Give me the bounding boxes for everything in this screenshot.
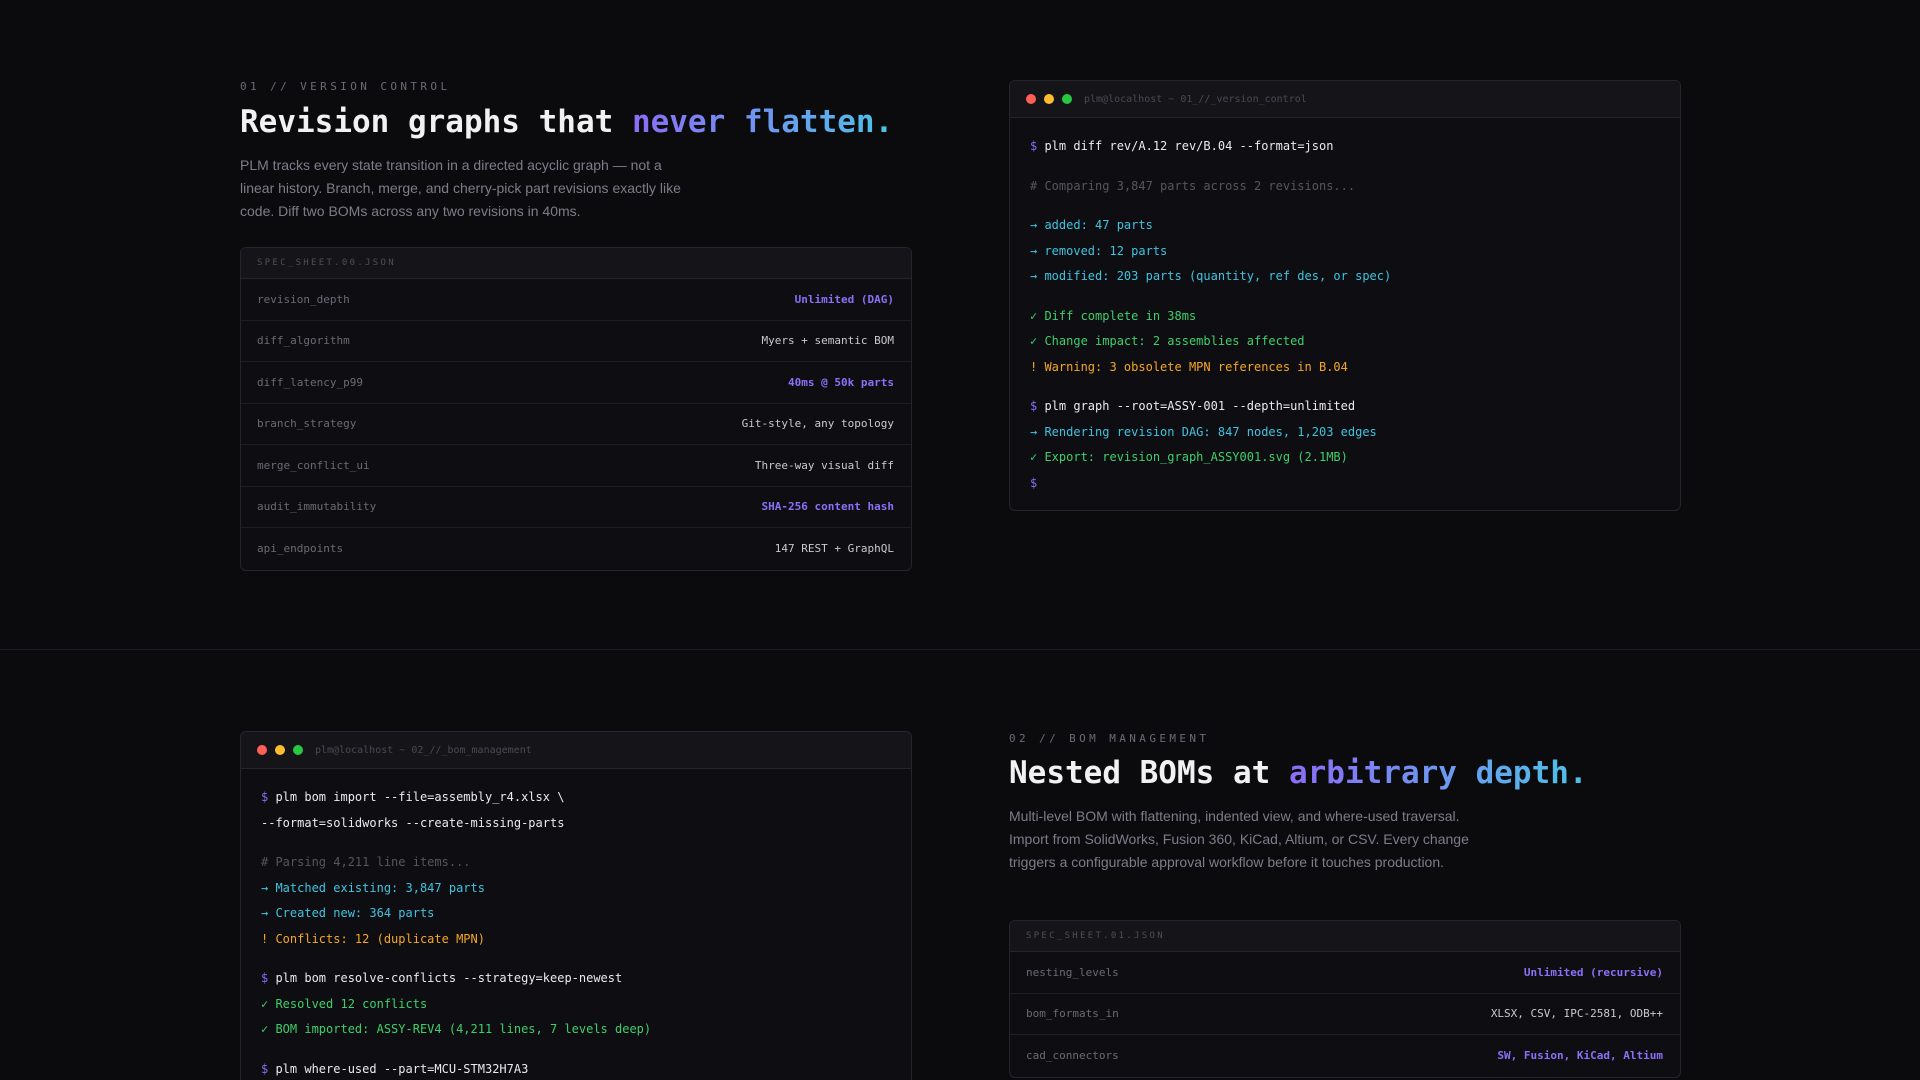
terminal-line: # Parsing 4,211 line items...	[261, 855, 471, 869]
command-text: plm diff rev/A.12 rev/B.04 --format=json	[1044, 139, 1334, 153]
prompt-symbol: $	[261, 1061, 276, 1076]
spec-value: XLSX, CSV, IPC-2581, ODB++	[1490, 1007, 1663, 1021]
terminal-line: ✓ BOM imported: ASSY-REV4 (4,211 lines, …	[261, 1022, 652, 1036]
terminal-line: ! Conflicts: 12 (duplicate MPN)	[261, 931, 485, 946]
spec-row: branch_strategy Git-style, any topology	[241, 404, 911, 445]
terminal-line: # Comparing 3,847 parts across 2 revisio…	[1030, 178, 1356, 193]
spec-value: Git-style, any topology	[741, 417, 894, 431]
terminal-output: $ plm diff rev/A.12 rev/B.04 --format=js…	[1010, 118, 1680, 510]
terminal-line: ✓ Change impact: 2 assemblies affected	[1030, 334, 1305, 348]
section-description: PLM tracks every state transition in a d…	[240, 157, 681, 219]
spec-value: Myers + semantic BOM	[761, 334, 894, 348]
terminal-line: $ plm graph --root=ASSY-001 --depth=unli…	[1030, 394, 1660, 420]
terminal-line: $ plm bom resolve-conflicts --strategy=k…	[261, 966, 891, 992]
command-text: plm graph --root=ASSY-001 --depth=unlimi…	[1044, 399, 1356, 413]
headline-accent: never flatten.	[631, 104, 894, 140]
close-window-dot[interactable]	[257, 745, 267, 755]
terminal-line: $ plm bom import --file=assembly_r4.xlsx…	[261, 785, 891, 811]
spec-row: merge_conflict_ui Three-way visual diff	[241, 445, 911, 487]
terminal-line: → Matched existing: 3,847 parts	[261, 880, 485, 895]
terminal-input-line[interactable]: $	[1030, 471, 1660, 497]
spec-sheet: SPEC_SHEET.00.JSON revision_depth Unlimit…	[240, 247, 912, 571]
maximize-window-dot[interactable]	[293, 745, 303, 755]
terminal-title: plm@localhost ~ 02_//_bom_management	[315, 744, 532, 756]
terminal-line: ! Warning: 3 obsolete MPN references in …	[1030, 359, 1348, 374]
command-text: plm where-used --part=MCU-STM32H7A3	[275, 1061, 529, 1076]
version-control-section: 01 // VERSION CONTROL Revision graphs th…	[0, 0, 1920, 649]
prompt-symbol: $	[261, 971, 276, 985]
spec-key: api_endpoints	[257, 542, 344, 556]
spec-key: branch_strategy	[257, 417, 357, 431]
spec-row: cad_connectors SW, Fusion, KiCad, Altium	[1010, 1035, 1680, 1077]
minimize-window-dot[interactable]	[1044, 94, 1054, 104]
command-text: plm bom import --file=assembly_r4.xlsx \	[275, 790, 565, 804]
headline-plain: Nested BOMs at	[1009, 755, 1289, 791]
minimize-window-dot[interactable]	[275, 745, 285, 755]
terminal-line: → Rendering revision DAG: 847 nodes, 1,2…	[1030, 424, 1377, 439]
spec-row: audit_immutability SHA-256 content hash	[241, 487, 911, 528]
spec-value: SHA-256 content hash	[761, 500, 894, 514]
terminal-window: plm@localhost ~ 02_//_bom_management $ p…	[240, 731, 912, 1080]
bom-management-section: plm@localhost ~ 02_//_bom_management $ p…	[0, 650, 1920, 1080]
maximize-window-dot[interactable]	[1062, 94, 1072, 104]
spec-key: revision_depth	[257, 292, 350, 306]
headline-plain: Revision graphs that	[240, 104, 632, 140]
section-headline: Revision graphs that never flatten.	[240, 104, 893, 140]
prompt-symbol: $	[1030, 475, 1038, 490]
spec-row: revision_depth Unlimited (DAG)	[241, 279, 911, 321]
spec-key: merge_conflict_ui	[257, 458, 370, 472]
spec-value: Unlimited (recursive)	[1523, 965, 1663, 979]
headline-accent: arbitrary depth.	[1288, 755, 1588, 791]
close-window-dot[interactable]	[1026, 94, 1036, 104]
prompt-symbol: $	[1030, 399, 1045, 413]
spec-value: Unlimited (DAG)	[794, 292, 894, 306]
section-eyebrow: 01 // VERSION CONTROL	[240, 80, 451, 93]
prompt-symbol: $	[1030, 139, 1045, 153]
terminal-line: $ plm diff rev/A.12 rev/B.04 --format=js…	[1030, 134, 1660, 160]
terminal-window: plm@localhost ~ 01_//_version_control $ …	[1009, 80, 1681, 511]
terminal-line: ✓ Diff complete in 38ms	[1030, 308, 1197, 323]
terminal-line: → modified: 203 parts (quantity, ref des…	[1030, 269, 1392, 283]
spec-key: diff_algorithm	[257, 334, 350, 348]
terminal-line: $ plm where-used --part=MCU-STM32H7A3	[261, 1057, 891, 1080]
spec-row: api_endpoints 147 REST + GraphQL	[241, 528, 911, 570]
spec-key: diff_latency_p99	[257, 375, 363, 389]
command-text: plm bom resolve-conflicts --strategy=kee…	[275, 971, 623, 985]
terminal-line: ✓ Resolved 12 conflicts	[261, 996, 428, 1011]
spec-key: nesting_levels	[1026, 965, 1119, 979]
terminal-line: → removed: 12 parts	[1030, 243, 1168, 258]
section-headline: Nested BOMs at arbitrary depth.	[1009, 755, 1588, 791]
prompt-symbol: $	[261, 790, 276, 804]
terminal-titlebar: plm@localhost ~ 01_//_version_control	[1010, 81, 1680, 118]
spec-value: 40ms @ 50k parts	[788, 375, 894, 389]
section-eyebrow: 02 // BOM MANAGEMENT	[1009, 732, 1210, 745]
spec-key: audit_immutability	[257, 500, 377, 514]
section-description: Multi-level BOM with flattening, indente…	[1009, 808, 1469, 870]
terminal-titlebar: plm@localhost ~ 02_//_bom_management	[241, 732, 911, 769]
terminal-title: plm@localhost ~ 01_//_version_control	[1084, 93, 1307, 105]
spec-value: Three-way visual diff	[754, 458, 894, 472]
spec-row: diff_algorithm Myers + semantic BOM	[241, 321, 911, 362]
spec-key: cad_connectors	[1026, 1049, 1119, 1063]
spec-sheet-title: SPEC_SHEET.01.JSON	[1010, 921, 1680, 952]
spec-key: bom_formats_in	[1026, 1007, 1119, 1021]
terminal-line: → added: 47 parts	[1030, 218, 1153, 232]
spec-row: bom_formats_in XLSX, CSV, IPC-2581, ODB++	[1010, 994, 1680, 1035]
terminal-line: → Created new: 364 parts	[261, 906, 435, 920]
terminal-line: ✓ Export: revision_graph_ASSY001.svg (2.…	[1030, 450, 1348, 464]
spec-sheet: SPEC_SHEET.01.JSON nesting_levels Unlimit…	[1009, 920, 1681, 1078]
spec-sheet-title: SPEC_SHEET.00.JSON	[241, 248, 911, 279]
spec-row: nesting_levels Unlimited (recursive)	[1010, 952, 1680, 994]
spec-value: 147 REST + GraphQL	[774, 542, 894, 556]
terminal-line: --format=solidworks --create-missing-par…	[261, 815, 565, 830]
terminal-output: $ plm bom import --file=assembly_r4.xlsx…	[241, 769, 911, 1080]
spec-value: SW, Fusion, KiCad, Altium	[1497, 1049, 1663, 1063]
spec-row: diff_latency_p99 40ms @ 50k parts	[241, 362, 911, 404]
